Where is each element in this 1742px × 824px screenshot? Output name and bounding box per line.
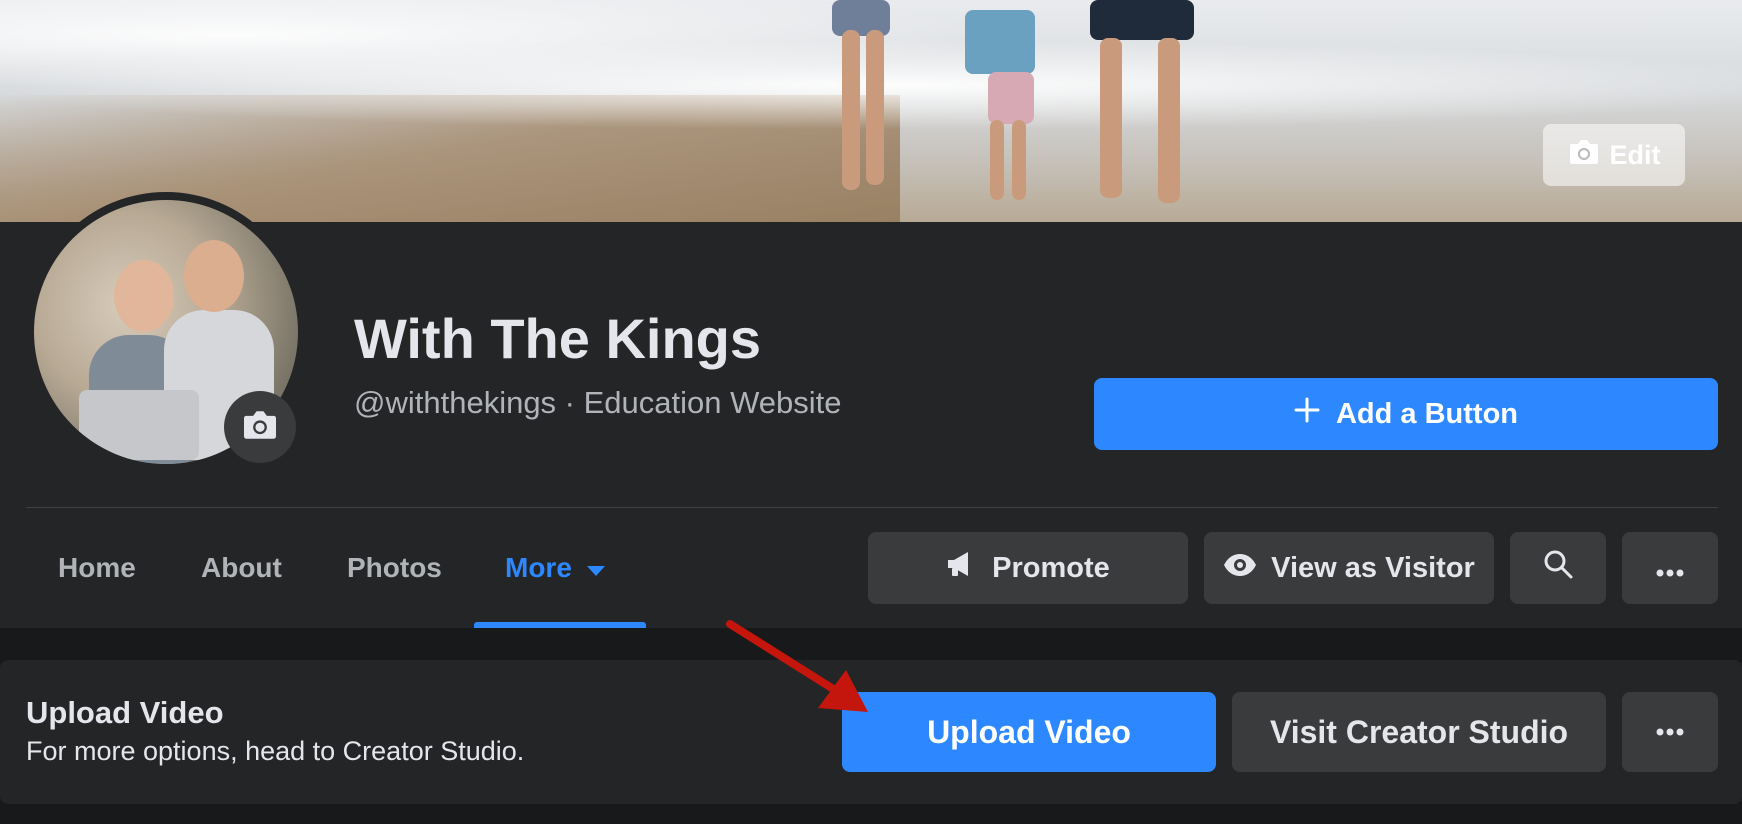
plus-icon <box>1294 397 1320 431</box>
cover-person <box>832 0 890 36</box>
upload-card-title: Upload Video <box>26 695 224 730</box>
caret-down-icon <box>586 552 606 584</box>
cover-person <box>1100 38 1122 198</box>
tab-photos[interactable]: Photos <box>347 530 442 606</box>
page-subtitle: @withthekings · Education Website <box>354 385 842 420</box>
page-title: With The Kings <box>354 307 762 370</box>
tab-about[interactable]: About <box>201 530 282 606</box>
camera-icon <box>1568 138 1600 173</box>
edit-cover-button[interactable]: Edit <box>1543 124 1685 186</box>
search-button[interactable] <box>1510 532 1606 604</box>
card-more-options-button[interactable] <box>1622 692 1718 772</box>
cover-person <box>1090 0 1194 40</box>
cover-person <box>965 10 1035 74</box>
megaphone-icon <box>946 550 978 586</box>
cover-person <box>988 72 1034 124</box>
annotation-arrow-icon <box>726 620 868 712</box>
view-as-visitor-button[interactable]: View as Visitor <box>1204 532 1494 604</box>
tab-more[interactable]: More <box>505 530 606 606</box>
tab-label: More <box>505 552 572 583</box>
visit-creator-studio-label: Visit Creator Studio <box>1269 713 1569 750</box>
avatar-laptop <box>79 390 199 460</box>
cover-person <box>990 120 1004 200</box>
tab-label: About <box>201 552 282 583</box>
view-as-visitor-label: View as Visitor <box>1271 551 1475 584</box>
promote-button[interactable]: Promote <box>868 532 1188 604</box>
header-divider <box>26 507 1718 508</box>
avatar-figure <box>184 240 244 312</box>
cover-person <box>1012 120 1026 200</box>
cover-person <box>1158 38 1180 203</box>
cover-photo: Edit <box>0 0 1742 222</box>
more-options-button[interactable] <box>1622 532 1718 604</box>
search-icon <box>1543 549 1573 587</box>
add-a-button[interactable]: Add a Button <box>1094 378 1718 450</box>
camera-icon <box>241 409 279 446</box>
ellipsis-icon <box>1656 552 1684 585</box>
add-a-button-label: Add a Button <box>1335 397 1518 430</box>
tab-label: Photos <box>347 552 442 583</box>
cover-person <box>842 30 860 190</box>
ellipsis-icon <box>1656 723 1684 741</box>
visit-creator-studio-button[interactable]: Visit Creator Studio <box>1232 692 1606 772</box>
promote-label: Promote <box>992 551 1110 584</box>
tab-label: Home <box>58 552 136 583</box>
update-avatar-button[interactable] <box>224 391 296 463</box>
upload-video-label: Upload Video <box>927 713 1131 750</box>
active-tab-indicator <box>474 622 646 628</box>
upload-card-subtitle: For more options, head to Creator Studio… <box>26 736 525 766</box>
upload-video-button[interactable]: Upload Video <box>842 692 1216 772</box>
tab-home[interactable]: Home <box>58 530 136 606</box>
avatar-figure <box>114 260 174 332</box>
edit-cover-label: Edit <box>1609 139 1661 170</box>
eye-icon <box>1223 552 1257 585</box>
cover-person <box>866 30 884 185</box>
